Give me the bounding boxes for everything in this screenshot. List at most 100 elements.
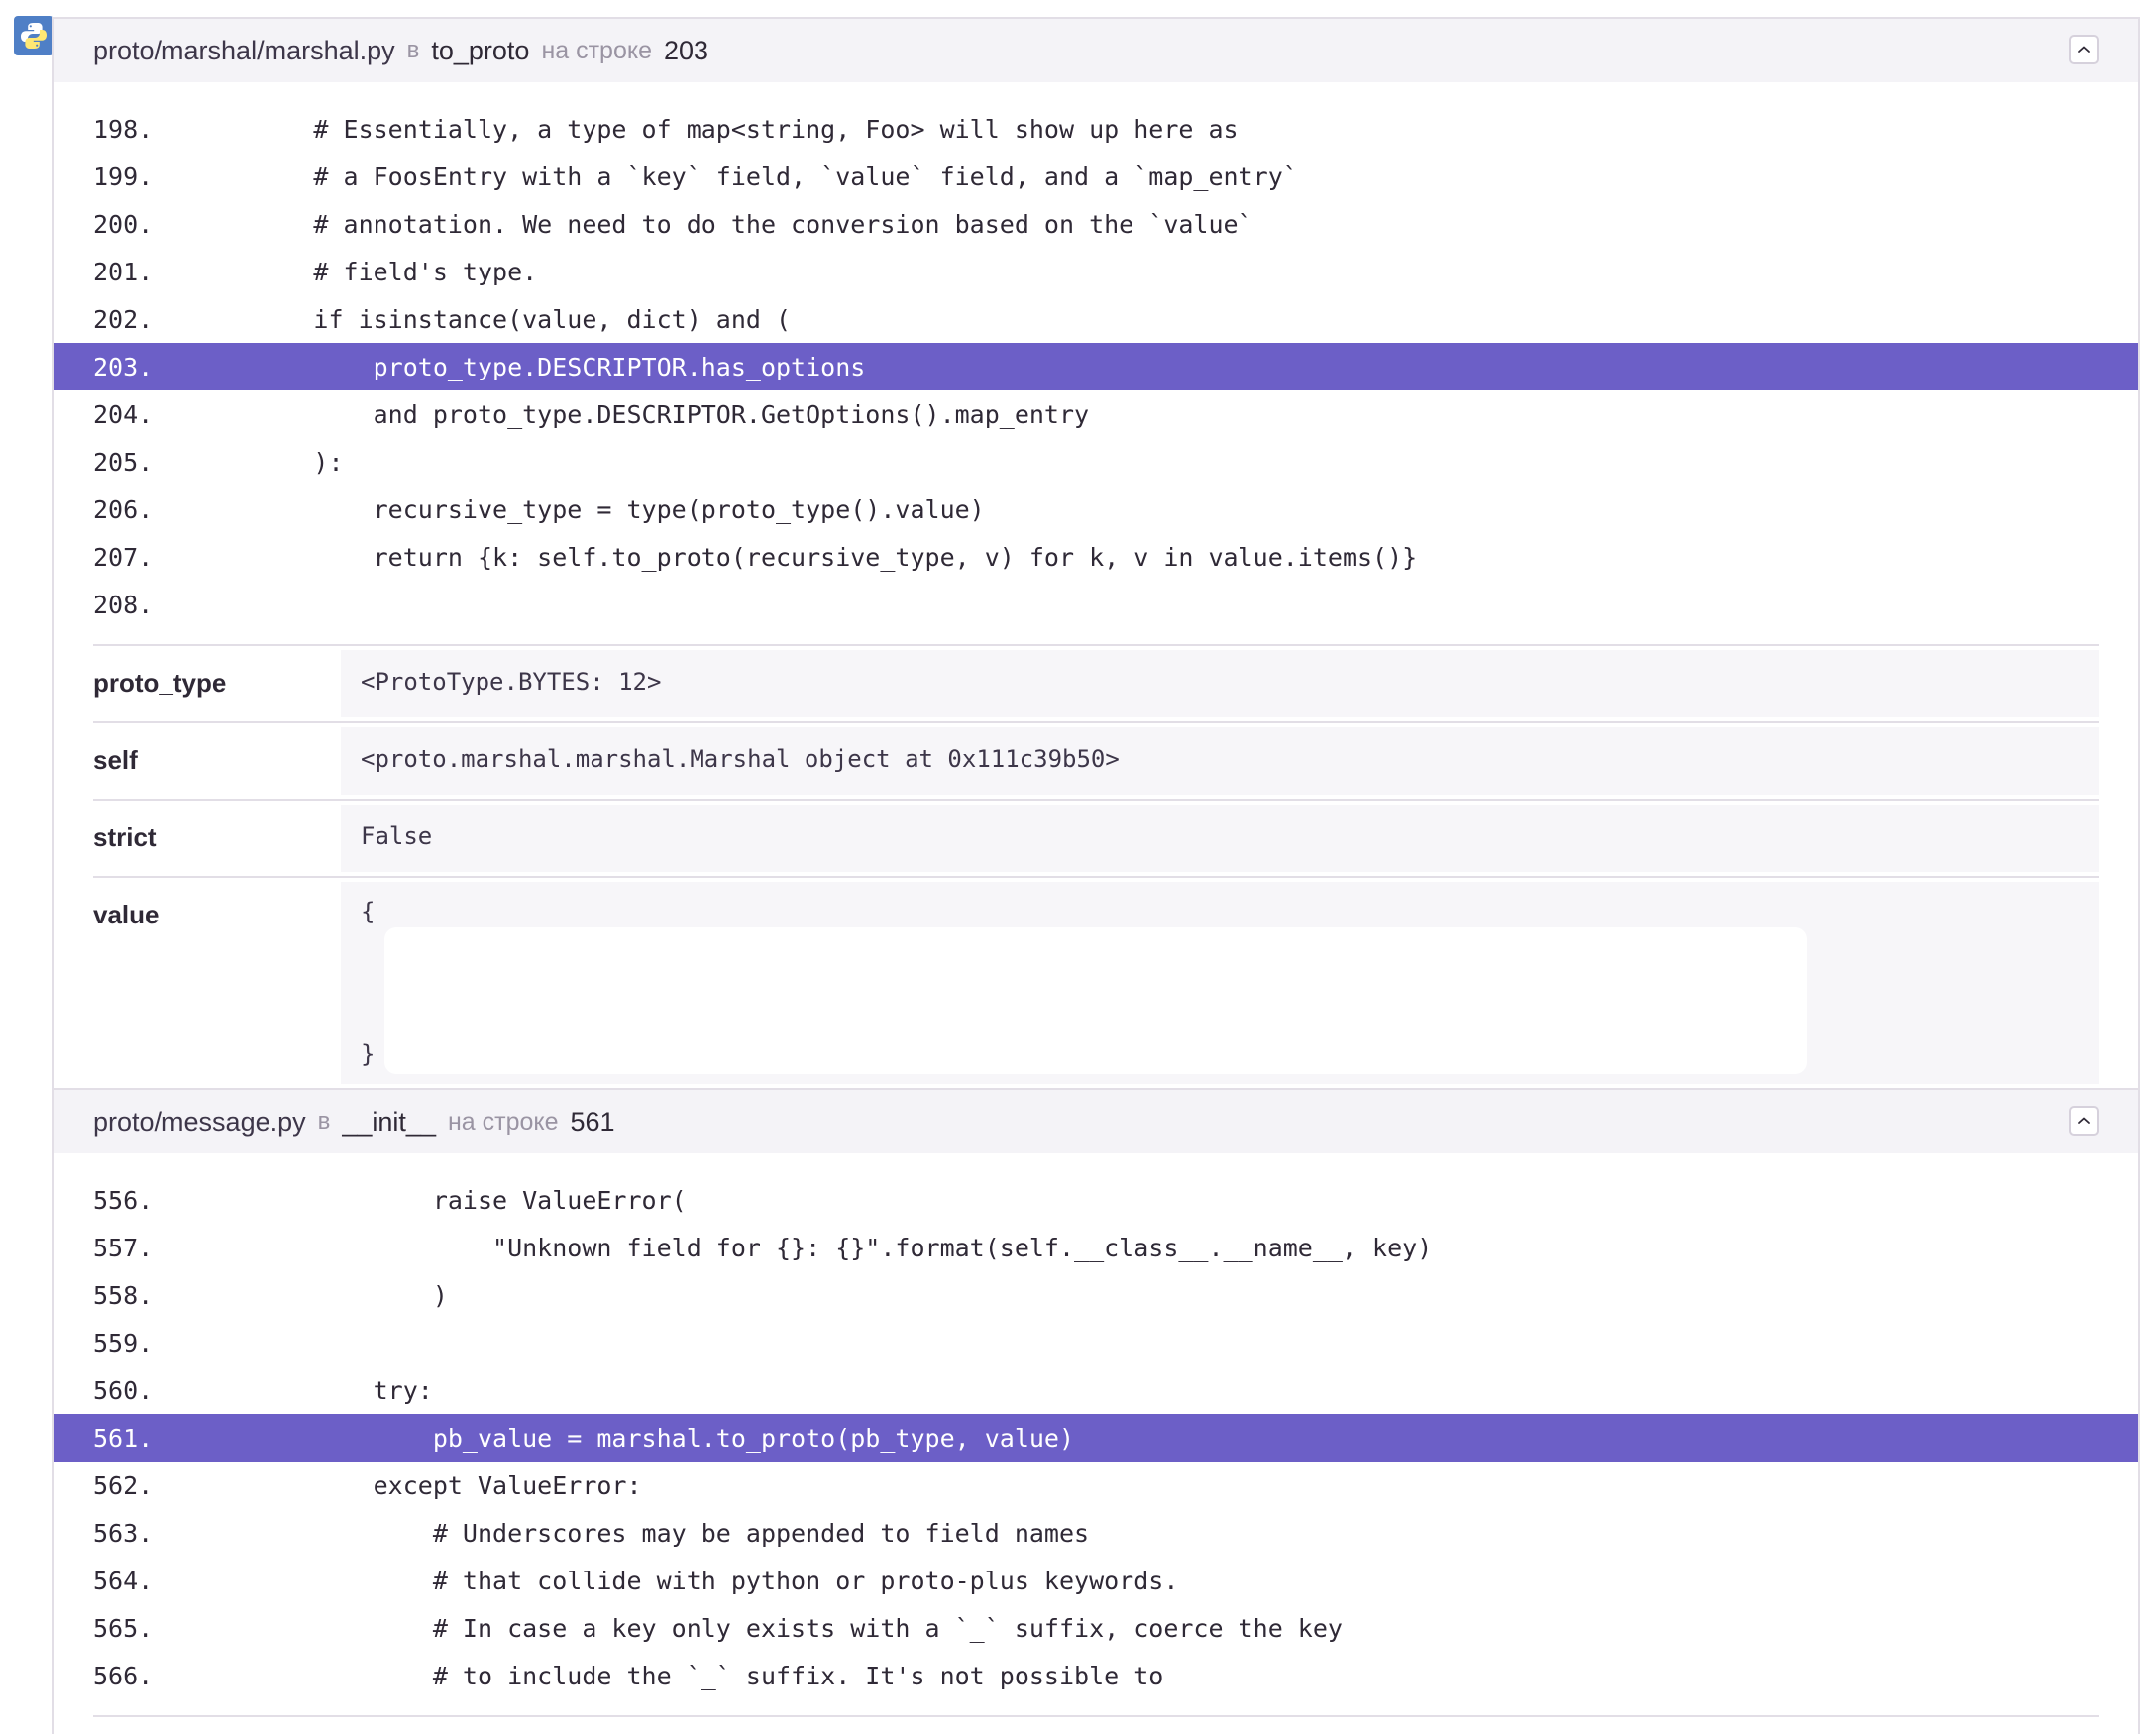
code-line: 205. ): (54, 438, 2138, 486)
line-code: ) (194, 1280, 448, 1310)
code-line: 558. ) (54, 1271, 2138, 1319)
line-number: 563. (93, 1518, 154, 1548)
line-code: except ValueError: (194, 1470, 642, 1500)
active-code-line: 561. pb_value = marshal.to_proto(pb_type… (54, 1414, 2138, 1462)
variable-value: { } (341, 882, 2099, 1084)
line-number: 564. (93, 1566, 154, 1595)
code-line: 202. if isinstance(value, dict) and ( (54, 295, 2138, 343)
frame-function: to_proto (431, 35, 530, 65)
variable-row: strict False (93, 801, 2099, 878)
variable-value: <proto.marshal.marshal.Marshal object at… (341, 727, 2099, 795)
code-line: 208. (54, 581, 2138, 628)
line-number: 207. (93, 542, 154, 572)
variable-name: strict (93, 822, 157, 852)
line-number: 559. (93, 1328, 154, 1357)
code-context: 556. raise ValueError( 557. "Unknown fie… (54, 1153, 2138, 1715)
local-variables: proto_type <ProtoType.BYTES: 12> self <p… (93, 644, 2099, 1088)
chevron-up-icon (2078, 46, 2090, 53)
code-line: 564. # that collide with python or proto… (54, 1557, 2138, 1604)
frame-line-number: 561 (570, 1106, 615, 1137)
variable-row: self <proto.marshal.marshal.Marshal obje… (93, 723, 2099, 801)
variable-name: proto_type (93, 668, 227, 698)
line-code: # that collide with python or proto-plus… (194, 1566, 1179, 1595)
code-line: 200. # annotation. We need to do the con… (54, 200, 2138, 248)
line-code: # a FoosEntry with a `key` field, `value… (194, 162, 1298, 191)
line-number: 205. (93, 447, 154, 477)
frame-on-line-label: на строке (447, 1107, 559, 1136)
frame-header[interactable]: proto/marshal/marshal.py в to_proto на с… (54, 19, 2138, 82)
line-code: if isinstance(value, dict) and ( (194, 304, 792, 334)
frame-filename: proto/marshal/marshal.py (93, 35, 395, 65)
line-number: 558. (93, 1280, 154, 1310)
code-line: 198. # Essentially, a type of map<string… (54, 105, 2138, 153)
line-number: 198. (93, 114, 154, 144)
code-line: 199. # a FoosEntry with a `key` field, `… (54, 153, 2138, 200)
code-line: 565. # In case a key only exists with a … (54, 1604, 2138, 1652)
line-code: try: (194, 1375, 433, 1405)
line-code: # to include the `_` suffix. It's not po… (194, 1661, 1164, 1690)
frame-function: __init__ (342, 1106, 436, 1137)
frame-line-number: 203 (664, 35, 709, 65)
line-number: 556. (93, 1185, 154, 1215)
line-number: 557. (93, 1233, 154, 1262)
line-code: "Unknown field for {}: {}".format(self._… (194, 1233, 1433, 1262)
code-line: 563. # Underscores may be appended to fi… (54, 1509, 2138, 1557)
code-line: 201. # field's type. (54, 248, 2138, 295)
line-number: 562. (93, 1470, 154, 1500)
code-line: 566. # to include the `_` suffix. It's n… (54, 1652, 2138, 1699)
close-brace: } (361, 1040, 376, 1068)
python-icon (14, 16, 54, 55)
line-number: 199. (93, 162, 154, 191)
code-line: 207. return {k: self.to_proto(recursive_… (54, 533, 2138, 581)
line-code: # Underscores may be appended to field n… (194, 1518, 1090, 1548)
line-code: proto_type.DESCRIPTOR.has_options (194, 352, 866, 381)
code-line: 206. recursive_type = type(proto_type().… (54, 486, 2138, 533)
variable-name: self (93, 745, 138, 775)
frame-header[interactable]: proto/message.py в __init__ на строке 56… (54, 1088, 2138, 1153)
code-line: 204. and proto_type.DESCRIPTOR.GetOption… (54, 390, 2138, 438)
code-line: 560. try: (54, 1366, 2138, 1414)
line-number: 201. (93, 257, 154, 286)
stack-trace-frames: proto/marshal/marshal.py в to_proto на с… (52, 17, 2140, 1734)
variable-name: value (93, 900, 160, 929)
line-number: 565. (93, 1613, 154, 1643)
line-number: 202. (93, 304, 154, 334)
variable-row: proto_type <ProtoType.BYTES: 12> (93, 646, 2099, 723)
code-context: 198. # Essentially, a type of map<string… (54, 82, 2138, 644)
code-line: 556. raise ValueError( (54, 1176, 2138, 1224)
line-number: 206. (93, 494, 154, 524)
line-number: 566. (93, 1661, 154, 1690)
line-number: 561. (93, 1423, 154, 1453)
line-code: raise ValueError( (194, 1185, 687, 1215)
collapsed-dict-contents[interactable] (384, 927, 1807, 1074)
line-number: 200. (93, 209, 154, 239)
collapse-button[interactable] (2069, 35, 2099, 64)
frame-in-label: в (317, 1108, 331, 1135)
line-number: 208. (93, 590, 154, 619)
line-number: 203. (93, 352, 154, 381)
variable-value: <ProtoType.BYTES: 12> (341, 650, 2099, 717)
line-number: 560. (93, 1375, 154, 1405)
line-code: return {k: self.to_proto(recursive_type,… (194, 542, 1418, 572)
code-line: 562. except ValueError: (54, 1462, 2138, 1509)
line-code: recursive_type = type(proto_type().value… (194, 494, 985, 524)
line-code: # In case a key only exists with a `_` s… (194, 1613, 1343, 1643)
line-code: # field's type. (194, 257, 538, 286)
line-code: pb_value = marshal.to_proto(pb_type, val… (194, 1423, 1075, 1453)
frame-filename: proto/message.py (93, 1106, 306, 1137)
frame-on-line-label: на строке (541, 36, 652, 64)
line-code: and proto_type.DESCRIPTOR.GetOptions().m… (194, 399, 1090, 429)
line-code: # Essentially, a type of map<string, Foo… (194, 114, 1239, 144)
variable-value: False (341, 805, 2099, 872)
collapse-button[interactable] (2069, 1106, 2099, 1136)
frame-in-label: в (406, 37, 420, 63)
open-brace: { (361, 898, 376, 925)
code-line: 557. "Unknown field for {}: {}".format(s… (54, 1224, 2138, 1271)
active-code-line: 203. proto_type.DESCRIPTOR.has_options (54, 343, 2138, 390)
variable-row: value { } (93, 878, 2099, 1088)
chevron-up-icon (2078, 1117, 2090, 1124)
code-line: 559. (54, 1319, 2138, 1366)
line-code: ): (194, 447, 344, 477)
line-code: # annotation. We need to do the conversi… (194, 209, 1253, 239)
divider (93, 1715, 2099, 1717)
